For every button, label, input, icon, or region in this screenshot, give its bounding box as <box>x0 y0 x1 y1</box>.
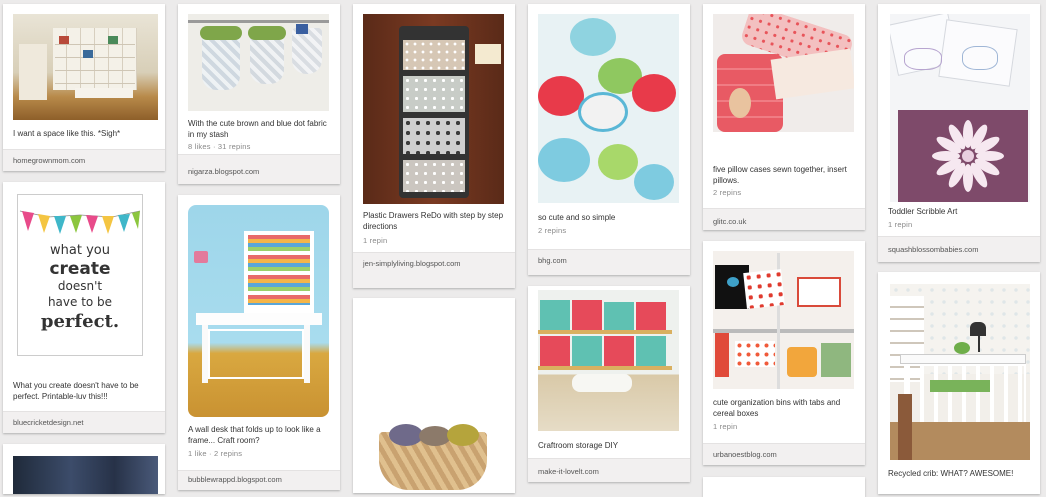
pin-description: five pillow cases sewn together, insert … <box>713 165 847 185</box>
pin-stats: 2 repins <box>538 226 567 235</box>
pin-image[interactable] <box>713 251 854 389</box>
pin-stats: 1 repin <box>713 422 738 431</box>
flower-icon <box>932 120 1004 192</box>
pin-description: Plastic Drawers ReDo with step by step d… <box>363 211 504 231</box>
pin-stats: 2 repins <box>713 188 742 197</box>
pin-source[interactable]: make-it-lovelt.com <box>528 458 690 482</box>
pin-card[interactable]: what you create doesn't have to be perfe… <box>3 182 165 433</box>
pin-image[interactable] <box>890 14 1030 202</box>
poster-line: create <box>49 259 111 279</box>
pin-stats: 1 repin <box>888 220 913 229</box>
pin-image[interactable] <box>188 14 329 111</box>
pin-stats: 1 repin <box>363 236 388 245</box>
pin-card[interactable]: so cute and so simple 2 repins bhg.com <box>528 4 690 275</box>
pin-card[interactable]: cute organization bins with tabs and cer… <box>703 241 865 465</box>
pin-image[interactable] <box>713 14 854 132</box>
pin-description: Recycled crib: WHAT? AWESOME! <box>888 469 1014 478</box>
pin-card[interactable] <box>353 298 515 493</box>
pin-description: A wall desk that folds up to look like a… <box>188 425 321 445</box>
pin-card[interactable] <box>703 477 865 497</box>
pin-source[interactable]: jen-simplyliving.blogspot.com <box>353 252 515 288</box>
pin-image[interactable] <box>367 314 499 422</box>
pin-card[interactable]: Craftroom storage DIY make-it-lovelt.com <box>528 286 690 482</box>
pin-image[interactable] <box>13 14 158 120</box>
pin-image[interactable] <box>363 14 504 204</box>
pin-card[interactable]: Plastic Drawers ReDo with step by step d… <box>353 4 515 288</box>
pin-source[interactable]: homegrownmom.com <box>3 149 165 171</box>
poster-line: doesn't <box>57 279 103 293</box>
pin-stats: 8 likes · 31 repins <box>188 142 251 151</box>
pin-description: I want a space like this. *Sigh* <box>13 129 121 138</box>
pin-card[interactable]: Recycled crib: WHAT? AWESOME! <box>878 272 1040 494</box>
pin-image[interactable] <box>188 205 329 417</box>
pin-source[interactable]: squashblossombabies.com <box>878 236 1040 262</box>
pin-card[interactable]: I want a space like this. *Sigh* homegro… <box>3 4 165 171</box>
pin-description: With the cute brown and blue dot fabric … <box>188 119 327 139</box>
pin-image[interactable] <box>13 456 158 494</box>
pin-card[interactable]: five pillow cases sewn together, insert … <box>703 4 865 230</box>
pin-image <box>375 424 491 493</box>
pin-card[interactable] <box>3 444 165 494</box>
pin-card[interactable]: Toddler Scribble Art 1 repin squashbloss… <box>878 4 1040 262</box>
pin-card[interactable]: With the cute brown and blue dot fabric … <box>178 4 340 184</box>
pin-image[interactable] <box>538 290 679 431</box>
pin-source[interactable]: nigarza.blogspot.com <box>178 154 340 184</box>
poster-line: have to be <box>47 295 113 309</box>
pin-description: Toddler Scribble Art <box>888 207 958 216</box>
pin-stats: 1 like · 2 repins <box>188 449 243 458</box>
poster-line: perfect. <box>40 311 120 332</box>
pin-description: so cute and so simple <box>538 213 616 222</box>
pin-source[interactable]: bubblewrappd.blogspot.com <box>178 470 340 490</box>
poster-line: what you <box>50 243 110 258</box>
pin-source[interactable]: bluecricketdesign.net <box>3 411 165 433</box>
pin-source[interactable]: urbanoestblog.com <box>703 443 865 465</box>
pin-description: cute organization bins with tabs and cer… <box>713 398 841 418</box>
pin-image[interactable] <box>890 284 1030 460</box>
pin-description: Craftroom storage DIY <box>538 441 619 450</box>
pin-description: What you create doesn't have to be perfe… <box>13 381 139 401</box>
pin-card[interactable]: A wall desk that folds up to look like a… <box>178 195 340 490</box>
pin-image[interactable]: what you create doesn't have to be perfe… <box>17 194 143 356</box>
pin-source[interactable]: glitc.co.uk <box>703 208 865 230</box>
bunting-icon <box>19 210 141 234</box>
pin-image[interactable] <box>538 14 679 203</box>
pin-source[interactable]: bhg.com <box>528 249 690 275</box>
